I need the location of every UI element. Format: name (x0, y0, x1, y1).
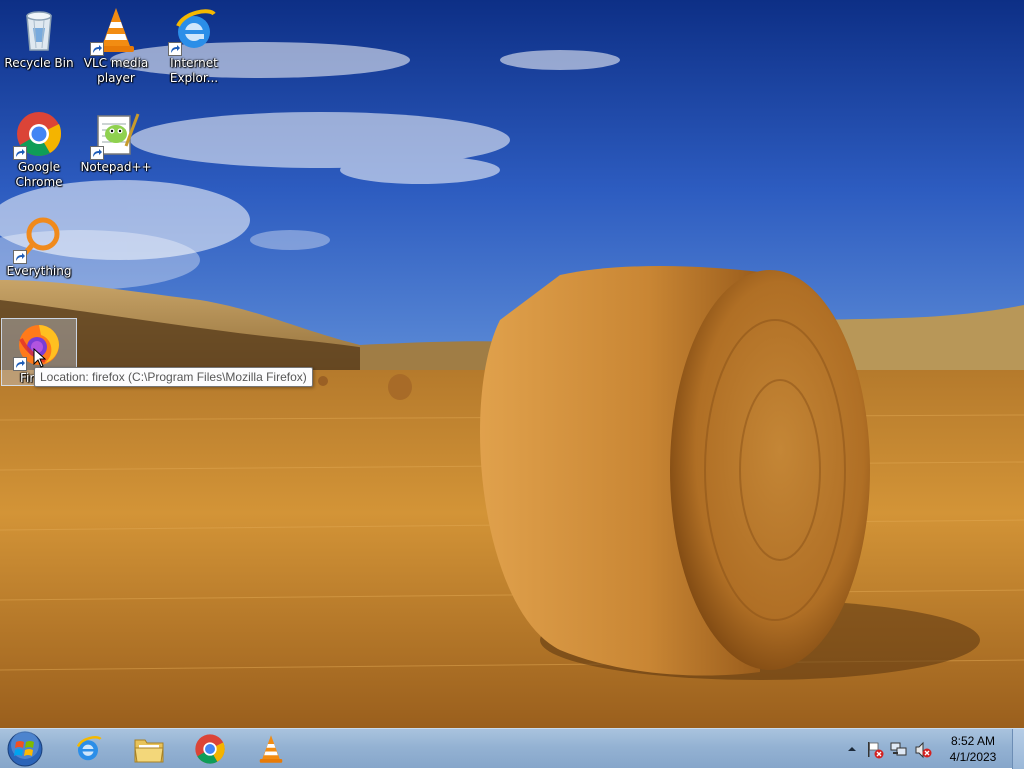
icon-tooltip: Location: firefox (C:\Program Files\Mozi… (34, 367, 313, 387)
show-hidden-icons-arrow[interactable] (844, 741, 860, 757)
desktop-icon-google-chrome[interactable]: Google Chrome (1, 110, 77, 190)
chrome-icon (13, 110, 63, 160)
shortcut-arrow-icon (13, 250, 27, 264)
system-clock[interactable]: 8:52 AM 4/1/2023 (938, 733, 1008, 765)
start-button[interactable] (4, 730, 46, 768)
desktop-icon-everything[interactable]: Everything (1, 214, 77, 279)
desktop-icon-label: Recycle Bin (4, 56, 74, 70)
desktop-icon-internet-explorer[interactable]: Internet Explor... (156, 6, 232, 86)
network-icon[interactable] (890, 741, 907, 757)
show-desktop-button[interactable] (1012, 729, 1024, 769)
shortcut-arrow-icon (90, 146, 104, 160)
mouse-cursor-icon (33, 347, 47, 372)
taskbar-chrome-button[interactable] (183, 731, 237, 767)
desktop-icon-recycle-bin[interactable]: Recycle Bin (1, 6, 77, 71)
desktop-icon-vlc[interactable]: VLC media player (78, 6, 154, 86)
shortcut-arrow-icon (90, 42, 104, 56)
shortcut-arrow-icon (13, 146, 27, 160)
clock-time: 8:52 AM (950, 734, 996, 748)
desktop-icon-label: Google Chrome (15, 160, 63, 189)
desktop-icon-label: Internet Explor... (169, 56, 219, 85)
shortcut-arrow-icon (168, 42, 182, 56)
chrome-icon (195, 734, 225, 764)
volume-muted-icon[interactable] (914, 741, 932, 759)
desktop-icon-label: VLC media player (83, 56, 149, 85)
desktop-icon-label: Notepad++ (80, 160, 152, 174)
internet-explorer-icon (168, 6, 218, 56)
taskbar: 8:52 AM 4/1/2023 (0, 728, 1024, 769)
taskbar-internet-explorer-button[interactable] (61, 731, 115, 767)
recycle-bin-icon (15, 6, 63, 54)
desktop-icon-notepadpp[interactable]: Notepad++ (78, 110, 154, 175)
notepadpp-icon (90, 110, 140, 160)
vlc-icon (90, 6, 140, 56)
clock-date: 4/1/2023 (949, 750, 997, 764)
everything-icon (13, 214, 63, 264)
taskbar-vlc-button[interactable] (244, 731, 298, 767)
action-center-flag-icon[interactable] (866, 741, 884, 759)
taskbar-windows-explorer-button[interactable] (122, 731, 176, 767)
internet-explorer-icon (76, 736, 102, 761)
shortcut-arrow-icon (13, 357, 27, 371)
vlc-icon (259, 735, 283, 763)
desktop-icon-label: Everything (6, 264, 72, 278)
folder-icon (134, 739, 164, 763)
windows-start-icon (7, 731, 43, 767)
